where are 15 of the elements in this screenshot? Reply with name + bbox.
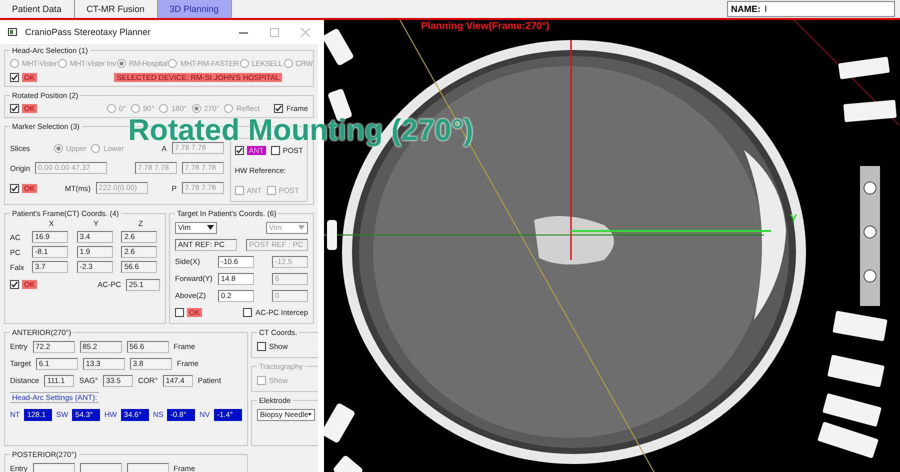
app-icon [8, 28, 17, 36]
name-label: NAME: [731, 4, 760, 14]
name-field[interactable]: NAME: I [727, 1, 895, 17]
caret-icon [298, 225, 305, 230]
name-value: I [764, 4, 768, 14]
caret-icon [308, 412, 312, 417]
input-field[interactable] [126, 462, 169, 472]
caret-icon [207, 225, 214, 230]
view-title: Planning View(Frame:270°) [421, 21, 550, 32]
marker-bar [843, 100, 897, 122]
input-field[interactable] [32, 462, 75, 472]
tab[interactable]: 3D Planning [158, 0, 232, 18]
marker-bar [327, 220, 337, 250]
window-title: CranioPass Stereotaxy Planner [25, 27, 152, 37]
input-field[interactable] [80, 462, 122, 472]
